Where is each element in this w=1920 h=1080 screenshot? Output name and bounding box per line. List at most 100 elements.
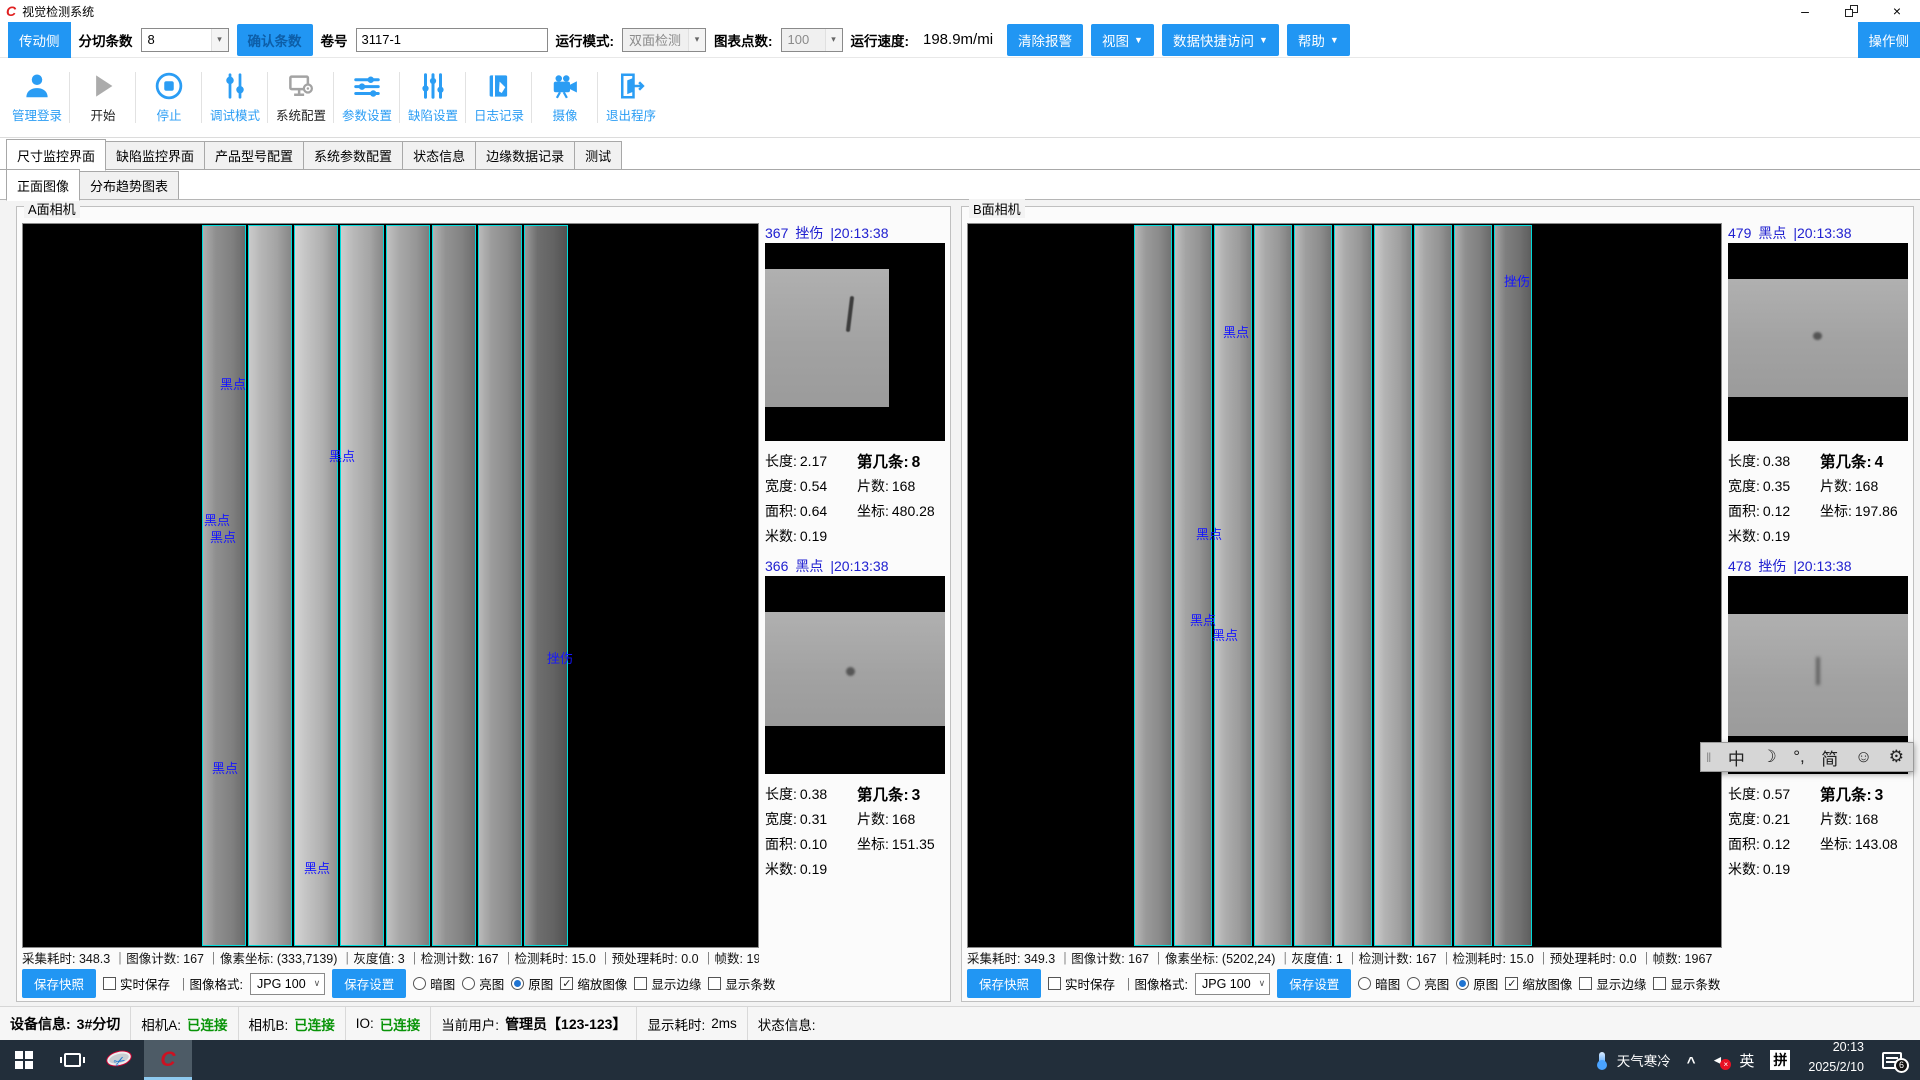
save-snapshot-button[interactable]: 保存快照 bbox=[967, 969, 1041, 998]
confirm-count-button[interactable]: 确认条数 bbox=[237, 24, 313, 56]
ime-chinese-mode-button[interactable]: 中 bbox=[1728, 745, 1745, 770]
tab-size-monitor[interactable]: 尺寸监控界面 bbox=[6, 139, 106, 171]
defect-marker-label: 黑点 bbox=[1223, 322, 1249, 341]
zoom-image-checkbox[interactable]: 缩放图像 bbox=[1505, 974, 1572, 993]
defect-settings-button[interactable]: 缺陷设置 bbox=[400, 58, 466, 137]
main-content: A面相机 黑点黑点黑点黑点挫伤黑点黑点 采集耗时: 348.3 ｜图像计数: 1… bbox=[0, 200, 1920, 1006]
bright-image-radio[interactable]: 亮图 bbox=[1407, 974, 1449, 993]
admin-login-button[interactable]: 管理登录 bbox=[4, 58, 70, 137]
v-sliders-icon bbox=[418, 71, 448, 101]
speaker-muted-icon: ◄× bbox=[1711, 1053, 1723, 1067]
tab-test[interactable]: 测试 bbox=[574, 141, 622, 170]
notification-icon: 6 bbox=[1882, 1052, 1902, 1069]
subtab-front-image[interactable]: 正面图像 bbox=[6, 169, 80, 201]
tab-status-info[interactable]: 状态信息 bbox=[402, 141, 476, 170]
snipping-tool-button[interactable]: ✂ bbox=[96, 1040, 144, 1080]
tray-expand-button[interactable]: ^ bbox=[1679, 1040, 1704, 1080]
ime-simplified-icon[interactable]: 简 bbox=[1821, 745, 1838, 770]
subtab-trend-chart[interactable]: 分布趋势图表 bbox=[79, 171, 179, 200]
display-time-segment: 显示耗时:2ms bbox=[637, 1007, 747, 1040]
image-format-select[interactable]: JPG 100∨ bbox=[1195, 973, 1270, 995]
tab-product-model-config[interactable]: 产品型号配置 bbox=[204, 141, 304, 170]
film-strip bbox=[294, 225, 338, 946]
roll-number-input[interactable] bbox=[356, 28, 548, 52]
save-snapshot-button[interactable]: 保存快照 bbox=[22, 969, 96, 998]
panel-b-title: B面相机 bbox=[969, 199, 1025, 218]
operator-side-button[interactable]: 操作侧 bbox=[1858, 22, 1920, 58]
show-count-checkbox[interactable]: 显示条数 bbox=[1653, 974, 1720, 993]
minimize-button[interactable]: – bbox=[1782, 0, 1828, 22]
run-speed-value: 198.9m/mi bbox=[917, 29, 999, 50]
tab-edge-data-record[interactable]: 边缘数据记录 bbox=[475, 141, 575, 170]
debug-sliders-icon bbox=[220, 71, 250, 101]
ime-drag-handle[interactable]: ‖ bbox=[1706, 750, 1711, 765]
bright-image-radio[interactable]: 亮图 bbox=[462, 974, 504, 993]
help-menu-button[interactable]: 帮助▼ bbox=[1287, 24, 1350, 56]
view-menu-button[interactable]: 视图▼ bbox=[1091, 24, 1154, 56]
log-record-button[interactable]: 日志记录 bbox=[466, 58, 532, 137]
defect-card-title: 367挫伤|20:13:38 bbox=[765, 223, 945, 243]
capture-button[interactable]: 摄像 bbox=[532, 58, 598, 137]
weather-widget[interactable]: 天气寒冷 bbox=[1591, 1040, 1679, 1080]
parameter-settings-button[interactable]: 参数设置 bbox=[334, 58, 400, 137]
main-tab-bar: 尺寸监控界面 缺陷监控界面 产品型号配置 系统参数配置 状态信息 边缘数据记录 … bbox=[0, 138, 1920, 170]
task-view-button[interactable] bbox=[48, 1040, 96, 1080]
original-image-radio[interactable]: 原图 bbox=[1456, 974, 1498, 993]
camera-a-controls: 保存快照 实时保存 ｜图像格式: JPG 100∨ 保存设置 暗图 亮图 原图 … bbox=[22, 970, 759, 997]
show-edge-checkbox[interactable]: 显示边缘 bbox=[1579, 974, 1646, 993]
dark-image-radio[interactable]: 暗图 bbox=[1358, 974, 1400, 993]
original-image-radio[interactable]: 原图 bbox=[511, 974, 553, 993]
film-strip bbox=[1254, 225, 1292, 946]
taskbar-clock[interactable]: 20:13 2025/2/10 bbox=[1798, 1040, 1874, 1080]
camera-image-a: 黑点黑点黑点黑点挫伤黑点黑点 bbox=[22, 223, 759, 948]
slit-count-select[interactable]: 8 ▾ bbox=[141, 28, 229, 52]
zoom-image-checkbox[interactable]: 缩放图像 bbox=[560, 974, 627, 993]
app-logo-icon: Ϲ bbox=[6, 3, 16, 19]
defect-card[interactable]: 367挫伤|20:13:38 长度:2.17 宽度:0.54 面积:0.64 米… bbox=[765, 223, 945, 548]
clear-alarm-button[interactable]: 清除报警 bbox=[1007, 24, 1083, 56]
tab-defect-monitor[interactable]: 缺陷监控界面 bbox=[105, 141, 205, 170]
camera-panel-b: B面相机 黑点挫伤黑点黑点黑点 采集耗时: 349.3 ｜图像计数: 167 ｜… bbox=[961, 206, 1914, 1002]
pinyin-icon: 拼 bbox=[1770, 1050, 1790, 1070]
ime-settings-icon[interactable]: ⚙ bbox=[1889, 747, 1904, 767]
dark-image-radio[interactable]: 暗图 bbox=[413, 974, 455, 993]
windows-taskbar: ✂ Ϲ 天气寒冷 ^ ◄× 英 拼 20:13 2025/2/10 6 bbox=[0, 1040, 1920, 1080]
volume-button[interactable]: ◄× bbox=[1703, 1040, 1731, 1080]
roll-number-label: 卷号 bbox=[321, 30, 348, 50]
run-mode-select[interactable]: 双面检测 ▾ bbox=[622, 28, 706, 52]
stop-button[interactable]: 停止 bbox=[136, 58, 202, 137]
vision-app-taskbar-button[interactable]: Ϲ bbox=[144, 1040, 192, 1080]
ime-emoji-icon[interactable]: ☺ bbox=[1855, 747, 1872, 767]
ime-language-button[interactable]: 英 bbox=[1731, 1040, 1762, 1080]
realtime-save-checkbox[interactable]: 实时保存 bbox=[103, 974, 170, 993]
exit-door-icon bbox=[616, 71, 646, 101]
notification-center-button[interactable]: 6 bbox=[1874, 1040, 1920, 1080]
realtime-save-checkbox[interactable]: 实时保存 bbox=[1048, 974, 1115, 993]
exit-program-button[interactable]: 退出程序 bbox=[598, 58, 664, 137]
ime-punctuation-icon[interactable]: °, bbox=[1793, 747, 1805, 767]
monitor-gear-icon bbox=[286, 71, 316, 101]
debug-mode-button[interactable]: 调试模式 bbox=[202, 58, 268, 137]
start-button[interactable] bbox=[0, 1040, 48, 1080]
close-button[interactable]: × bbox=[1874, 0, 1920, 22]
start-button[interactable]: 开始 bbox=[70, 58, 136, 137]
tab-system-param-config[interactable]: 系统参数配置 bbox=[303, 141, 403, 170]
film-strip bbox=[202, 225, 246, 946]
system-config-button[interactable]: 系统配置 bbox=[268, 58, 334, 137]
defect-card[interactable]: 478挫伤|20:13:38 长度:0.57 宽度:0.21 面积:0.12 米… bbox=[1728, 556, 1908, 881]
image-format-select[interactable]: JPG 100∨ bbox=[250, 973, 325, 995]
defect-card[interactable]: 366黑点|20:13:38 长度:0.38 宽度:0.31 面积:0.10 米… bbox=[765, 556, 945, 881]
show-edge-checkbox[interactable]: 显示边缘 bbox=[634, 974, 701, 993]
save-settings-button[interactable]: 保存设置 bbox=[332, 969, 406, 998]
chart-points-select[interactable]: 100 ▾ bbox=[781, 28, 843, 52]
ime-fullwidth-icon[interactable]: ☽ bbox=[1761, 747, 1776, 767]
data-quick-access-button[interactable]: 数据快捷访问▼ bbox=[1162, 24, 1279, 56]
drive-side-button[interactable]: 传动侧 bbox=[8, 22, 71, 58]
save-settings-button[interactable]: 保存设置 bbox=[1277, 969, 1351, 998]
defect-card[interactable]: 479黑点|20:13:38 长度:0.38 宽度:0.35 面积:0.12 米… bbox=[1728, 223, 1908, 548]
restore-button[interactable] bbox=[1828, 0, 1874, 22]
stop-icon bbox=[154, 71, 184, 101]
camera-panel-a: A面相机 黑点黑点黑点黑点挫伤黑点黑点 采集耗时: 348.3 ｜图像计数: 1… bbox=[16, 206, 951, 1002]
restore-icon bbox=[1845, 5, 1858, 17]
ime-pinyin-button[interactable]: 拼 bbox=[1762, 1040, 1798, 1080]
